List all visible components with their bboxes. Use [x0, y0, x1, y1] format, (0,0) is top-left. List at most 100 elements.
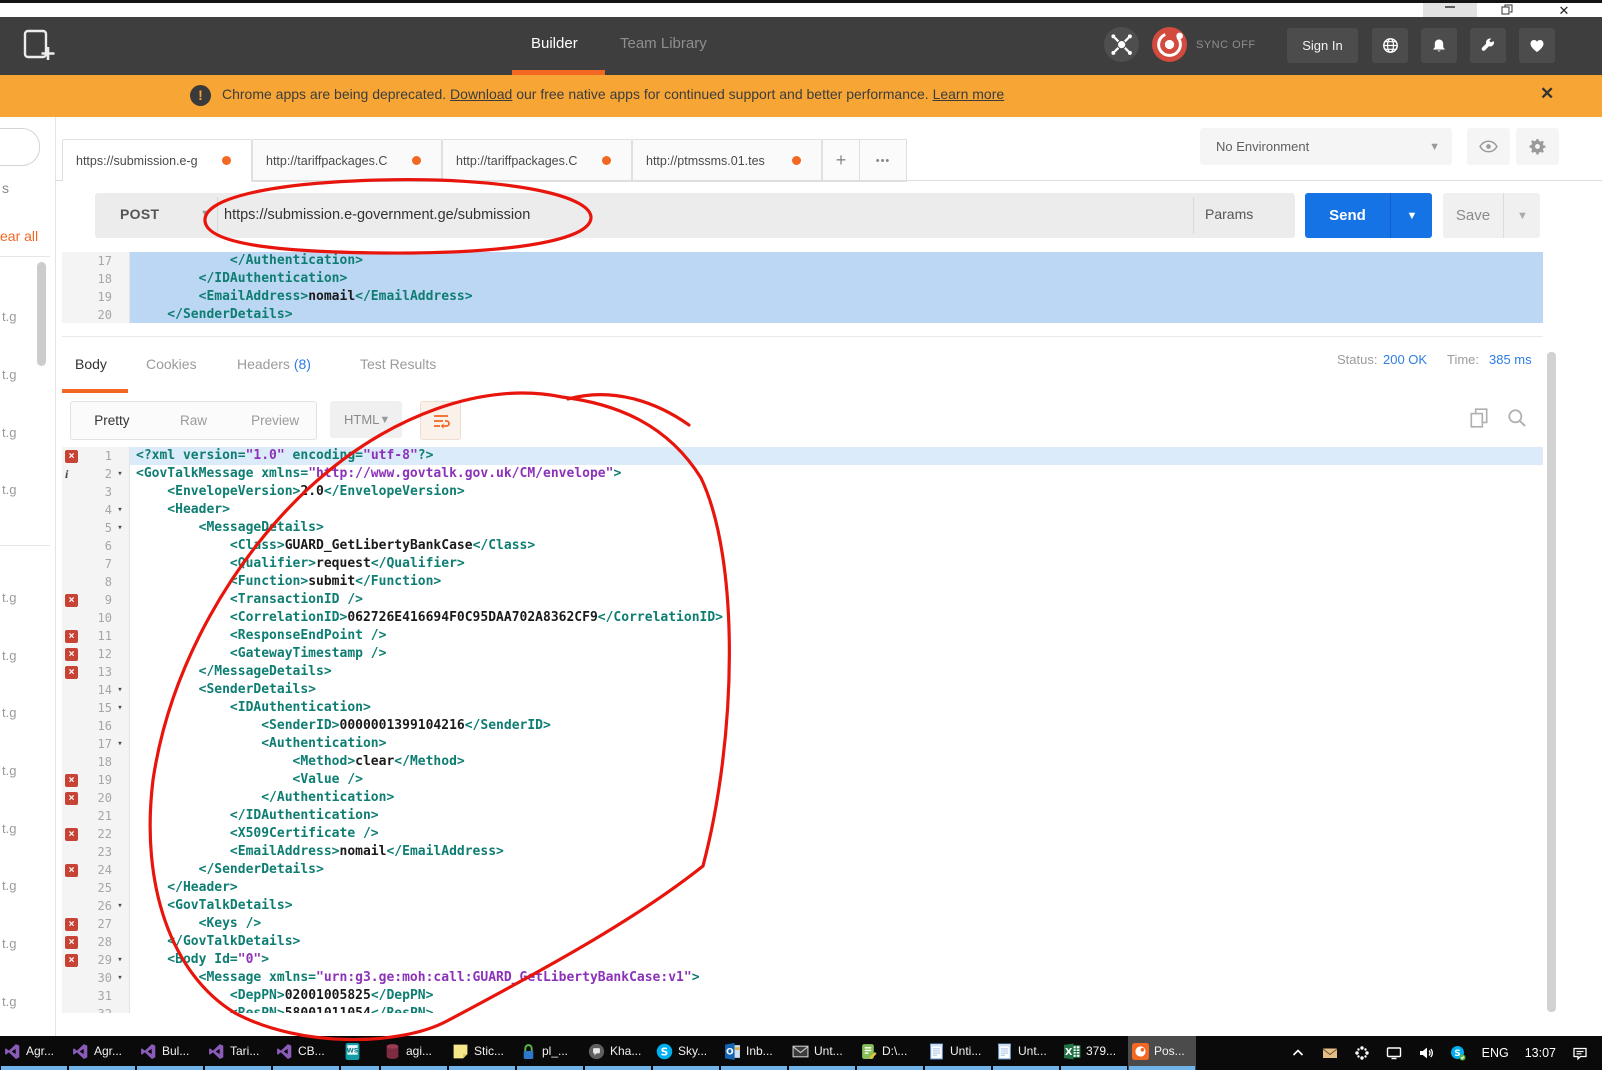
send-options-button[interactable]: ▼	[1390, 193, 1433, 238]
taskbar-app-button[interactable]: pl_...	[516, 1036, 584, 1070]
pinwheel-icon[interactable]	[1349, 1040, 1375, 1066]
taskbar-app-button[interactable]: Unt...	[992, 1036, 1060, 1070]
taskbar-app-button[interactable]: Tari...	[204, 1036, 272, 1070]
code-line[interactable]: ×24 </SenderDetails>	[62, 861, 1543, 879]
request-body-editor[interactable]: 17 </Authentication>18 </IDAuthenticatio…	[62, 252, 1543, 323]
code-line[interactable]: 26▾ <GovTalkDetails>	[62, 897, 1543, 915]
skype-tray-icon[interactable]: S	[1445, 1040, 1471, 1066]
fold-toggle-icon[interactable]: ▾	[112, 897, 128, 915]
code-line[interactable]: 5▾ <MessageDetails>	[62, 519, 1543, 537]
code-line[interactable]: ×22 <X509Certificate />	[62, 825, 1543, 843]
taskbar-app-button[interactable]: agi...	[380, 1036, 448, 1070]
response-tab-headers[interactable]: Headers (8)	[237, 356, 311, 372]
code-line[interactable]: ×29▾ <Body Id="0">	[62, 951, 1543, 969]
code-line[interactable]: 20 </SenderDetails>	[62, 306, 1543, 323]
settings-button[interactable]	[1470, 28, 1506, 63]
action-center-icon[interactable]	[1567, 1040, 1593, 1066]
view-pretty[interactable]: Pretty	[71, 413, 153, 428]
history-item[interactable]: t.g	[2, 936, 16, 951]
fold-toggle-icon[interactable]: ▾	[112, 735, 128, 753]
fold-toggle-icon[interactable]: ▾	[112, 465, 128, 483]
mail-tray-icon[interactable]	[1317, 1040, 1343, 1066]
download-link[interactable]: Download	[450, 86, 512, 102]
code-line[interactable]: 15▾ <IDAuthentication>	[62, 699, 1543, 717]
code-line[interactable]: 10 <CorrelationID>062726E416694F0C95DAA7…	[62, 609, 1543, 627]
history-item[interactable]: t.g	[2, 878, 16, 893]
code-line[interactable]: 18 <Method>clear</Method>	[62, 753, 1543, 771]
history-item[interactable]: t.g	[2, 367, 16, 382]
method-select[interactable]: POST	[120, 206, 159, 222]
environment-settings-button[interactable]	[1516, 128, 1559, 165]
search-response-button[interactable]	[1506, 407, 1530, 431]
response-tab-body[interactable]: Body	[75, 356, 107, 372]
code-line[interactable]: 14▾ <SenderDetails>	[62, 681, 1543, 699]
code-line[interactable]: 6 <Class>GUARD_GetLibertyBankCase</Class…	[62, 537, 1543, 555]
taskbar-app-button[interactable]: D:\...	[856, 1036, 924, 1070]
response-tab-test-results[interactable]: Test Results	[360, 356, 436, 372]
taskbar-app-button[interactable]: Stic...	[448, 1036, 516, 1070]
volume-icon[interactable]	[1413, 1040, 1439, 1066]
language-indicator[interactable]: ENG	[1482, 1046, 1509, 1060]
tab-team-library[interactable]: Team Library	[620, 35, 707, 52]
interceptor-button[interactable]	[1104, 27, 1139, 62]
save-options-button[interactable]: ▼	[1503, 193, 1541, 238]
code-line[interactable]: 8 <Function>submit</Function>	[62, 573, 1543, 591]
taskbar-app-button[interactable]: Agr...	[0, 1036, 68, 1070]
history-item[interactable]: t.g	[2, 763, 16, 778]
code-line[interactable]: 4▾ <Header>	[62, 501, 1543, 519]
code-line[interactable]: 25 </Header>	[62, 879, 1543, 897]
chevron-up-icon[interactable]	[1285, 1040, 1311, 1066]
history-item[interactable]: t.g	[2, 705, 16, 720]
favorites-button[interactable]	[1519, 28, 1555, 63]
taskbar-app-button[interactable]: OInb...	[720, 1036, 788, 1070]
learn-more-link[interactable]: Learn more	[933, 86, 1005, 102]
fold-toggle-icon[interactable]: ▾	[112, 681, 128, 699]
response-scrollbar[interactable]	[1547, 352, 1556, 1012]
fold-toggle-icon[interactable]: ▾	[112, 519, 128, 537]
code-line[interactable]: 30▾ <Message xmlns="urn:g3.ge:moh:call:G…	[62, 969, 1543, 987]
clock[interactable]: 13:07	[1525, 1046, 1556, 1060]
code-line[interactable]: ×28 </GovTalkDetails>	[62, 933, 1543, 951]
taskbar-app-button[interactable]: Bul...	[136, 1036, 204, 1070]
code-line[interactable]: 31 <DepPN>02001005825</DepPN>	[62, 987, 1543, 1005]
tab-builder[interactable]: Builder	[531, 35, 578, 52]
request-tab[interactable]: http://ptmssms.01.tes	[632, 139, 822, 182]
clear-all-link[interactable]: ear all	[0, 228, 38, 244]
history-item[interactable]: t.g	[2, 482, 16, 497]
sidebar-search-input[interactable]	[0, 128, 40, 166]
history-item[interactable]: t.g	[2, 309, 16, 324]
environment-preview-button[interactable]	[1467, 128, 1510, 165]
response-body-viewer[interactable]: ×1<?xml version="1.0" encoding="utf-8"?>…	[62, 447, 1543, 1013]
code-line[interactable]: ×13 </MessageDetails>	[62, 663, 1543, 681]
fold-toggle-icon[interactable]: ▾	[112, 969, 128, 987]
code-line[interactable]: 7 <Qualifier>request</Qualifier>	[62, 555, 1543, 573]
response-tab-cookies[interactable]: Cookies	[146, 356, 197, 372]
send-button[interactable]: Send ▼	[1305, 193, 1432, 238]
environment-select[interactable]: No Environment ▼	[1200, 128, 1452, 165]
request-tab[interactable]: http://tariffpackages.C	[252, 139, 442, 182]
sidebar-scrollbar[interactable]	[37, 262, 46, 366]
browse-button[interactable]	[1372, 28, 1408, 63]
more-tabs-button[interactable]: •••	[859, 139, 907, 182]
history-item[interactable]: t.g	[2, 648, 16, 663]
code-line[interactable]: i2▾<GovTalkMessage xmlns="http://www.gov…	[62, 465, 1543, 483]
history-item[interactable]: t.g	[2, 425, 16, 440]
display-icon[interactable]	[1381, 1040, 1407, 1066]
code-line[interactable]: 19 <EmailAddress>nomail</EmailAddress>	[62, 288, 1543, 306]
history-item[interactable]: t.g	[2, 994, 16, 1009]
code-line[interactable]: 21 </IDAuthentication>	[62, 807, 1543, 825]
add-tab-button[interactable]: +	[822, 139, 860, 182]
banner-close-button[interactable]: ✕	[1540, 84, 1554, 104]
sync-button[interactable]	[1152, 27, 1187, 62]
sign-in-button[interactable]: Sign In	[1287, 28, 1358, 63]
status-value[interactable]: 200 OK	[1383, 352, 1427, 367]
time-value[interactable]: 385 ms	[1489, 352, 1532, 367]
format-select[interactable]: HTML ▼	[330, 401, 402, 438]
code-line[interactable]: ×12 <GatewayTimestamp />	[62, 645, 1543, 663]
wrap-text-button[interactable]	[420, 401, 461, 440]
code-line[interactable]: ×27 <Keys />	[62, 915, 1543, 933]
code-line[interactable]: ×9 <TransactionID />	[62, 591, 1543, 609]
new-tab-button[interactable]	[18, 26, 60, 66]
fold-toggle-icon[interactable]: ▾	[112, 951, 128, 969]
history-item[interactable]: t.g	[2, 821, 16, 836]
